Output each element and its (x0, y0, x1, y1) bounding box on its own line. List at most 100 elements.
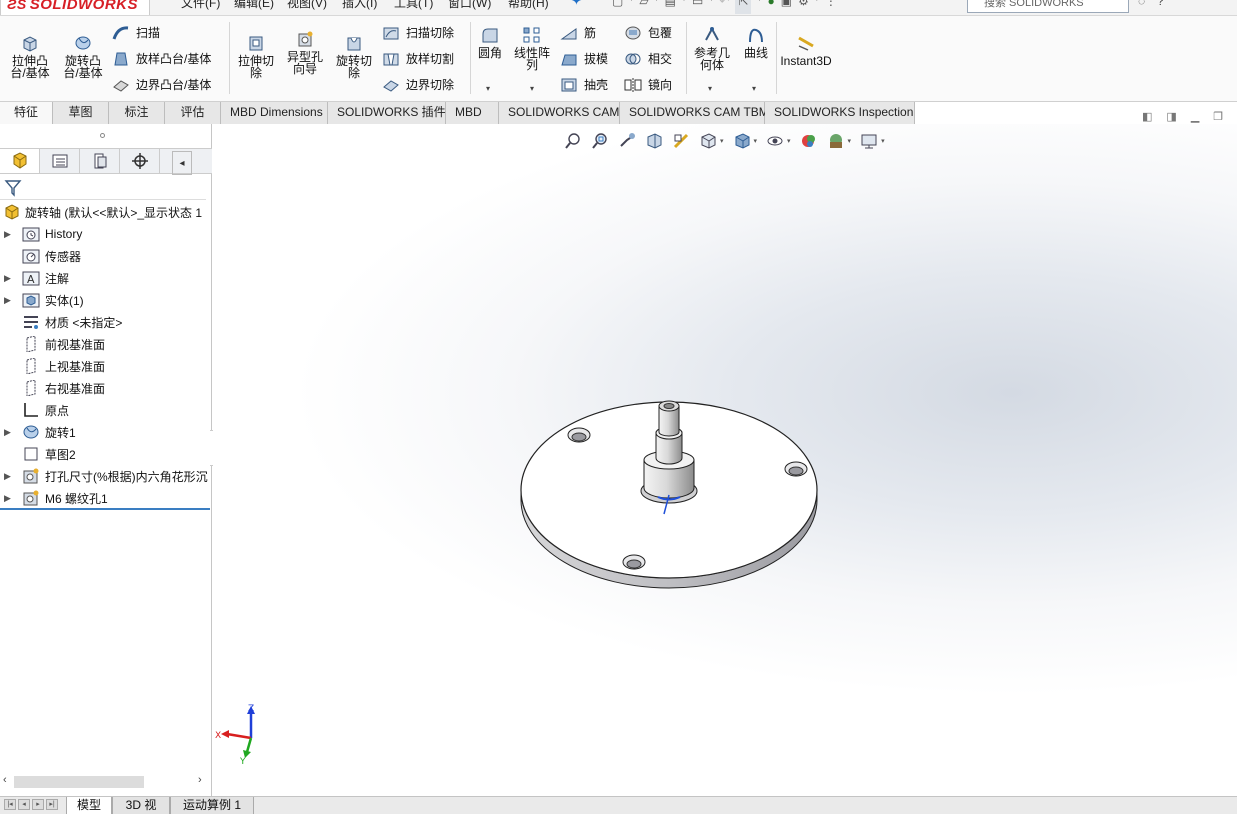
configuration-manager-tab[interactable] (80, 149, 120, 173)
curves-dropdown-icon[interactable]: ▾ (752, 84, 756, 93)
tab-evaluate[interactable]: 评估 (165, 102, 221, 124)
menu-window[interactable]: 窗口(W) (448, 0, 491, 11)
fillet-dropdown-icon[interactable]: ▾ (486, 84, 490, 93)
maximize-icon[interactable]: ❐ (1213, 110, 1223, 123)
linear-pattern-button[interactable]: 线性阵 列 (510, 26, 554, 71)
edit-appearance-icon[interactable] (800, 132, 818, 150)
pin-icon[interactable]: ✦ (571, 0, 582, 9)
user-icon[interactable]: ◌ (1138, 0, 1157, 8)
feature-manager-tab[interactable] (0, 149, 40, 173)
previous-view-icon[interactable] (618, 132, 636, 150)
tab-mbd-dimensions[interactable]: MBD Dimensions (221, 102, 328, 124)
sweep-cut-button[interactable]: 扫描切除 (382, 24, 454, 41)
solidworks-logo[interactable]: ƧS SOLIDWORKS (0, 0, 150, 15)
boundary-boss-button[interactable]: 边界凸台/基体 (112, 76, 211, 93)
apply-scene-icon[interactable] (827, 132, 845, 150)
tree-item-origin[interactable]: 原点 (0, 399, 212, 421)
menu-help[interactable]: 帮助(H) (508, 0, 549, 11)
curves-button[interactable]: 曲线 (740, 26, 772, 59)
extrude-cut-button[interactable]: 拉伸切 除 (234, 34, 278, 79)
horizontal-scrollbar[interactable]: ‹ › (0, 774, 212, 790)
tab-solidworks-cam[interactable]: SOLIDWORKS CAM (499, 102, 620, 124)
revolve-boss-button[interactable]: 旋转凸 台/基体 (60, 34, 106, 79)
hole-wizard-button[interactable]: 异型孔 向导 (282, 30, 328, 75)
tab-model[interactable]: 模型 (66, 797, 112, 814)
tab-solidworks-inspection[interactable]: SOLIDWORKS Inspection (765, 102, 915, 124)
open-icon[interactable]: ▱ (639, 0, 648, 14)
select-icon[interactable]: ⇱ (735, 0, 752, 14)
last-tab-icon[interactable]: ▸| (46, 799, 58, 810)
panel-grip-icon[interactable] (100, 133, 105, 138)
loft-cut-button[interactable]: 放样切割 (382, 50, 454, 67)
expand-arrow-icon[interactable]: ▶ (4, 295, 14, 306)
scroll-right-icon[interactable]: › (198, 774, 202, 786)
tab-markup[interactable]: 标注 (109, 102, 165, 124)
dynamic-annotation-icon[interactable] (672, 132, 690, 150)
view-settings-dropdown-icon[interactable]: ▾ (881, 137, 885, 145)
menu-file[interactable]: 文件(F) (181, 0, 220, 11)
tree-item-history[interactable]: ▶ History (0, 223, 212, 245)
dropdown-icon[interactable]: ▾ (655, 0, 659, 14)
menu-insert[interactable]: 插入(I) (342, 0, 377, 11)
next-tab-icon[interactable]: ▸ (32, 799, 44, 810)
tab-3d-views[interactable]: 3D 视图 (112, 797, 170, 814)
mirror-button[interactable]: 镜向 (624, 76, 672, 93)
reference-triad[interactable]: Z X Y (215, 702, 265, 764)
overflow-icon[interactable]: ⋮ (825, 0, 837, 14)
zoom-to-area-icon[interactable] (591, 132, 609, 150)
tree-item-m6-tapped-hole[interactable]: ▶ M6 螺纹孔1 (0, 487, 212, 509)
tree-item-sketch2[interactable]: 草图2 (0, 443, 212, 465)
tree-item-annotations[interactable]: ▶ A 注解 (0, 267, 212, 289)
tree-item-hole-size[interactable]: ▶ 打孔尺寸(%根据)内六角花形沉 (0, 465, 212, 487)
apply-scene-dropdown-icon[interactable]: ▾ (848, 137, 852, 145)
prev-tab-icon[interactable]: ◂ (18, 799, 30, 810)
rollback-bar[interactable] (0, 508, 210, 510)
dropdown-icon[interactable]: ▾ (629, 0, 633, 14)
help-icon[interactable]: ? (1157, 0, 1176, 8)
expand-arrow-icon[interactable]: ▶ (4, 427, 14, 438)
expand-arrow-icon[interactable]: ▶ (4, 273, 14, 284)
intersect-button[interactable]: 相交 (624, 50, 672, 67)
expand-arrow-icon[interactable]: ▶ (4, 471, 14, 482)
menu-edit[interactable]: 编辑(E) (234, 0, 274, 11)
loft-boss-button[interactable]: 放样凸台/基体 (112, 50, 211, 67)
menu-view[interactable]: 视图(V) (287, 0, 327, 11)
dropdown-icon[interactable]: ▾ (757, 0, 761, 14)
dropdown-icon[interactable]: ▾ (709, 0, 713, 14)
boundary-cut-button[interactable]: 边界切除 (382, 76, 454, 93)
tree-item-material[interactable]: 材质 <未指定> (0, 311, 212, 333)
tab-mbd[interactable]: MBD (446, 102, 499, 124)
undo-icon[interactable]: ↶ (719, 0, 729, 14)
view-settings-icon[interactable] (860, 132, 878, 150)
tab-solidworks-addins[interactable]: SOLIDWORKS 插件 (328, 102, 446, 124)
expand-arrow-icon[interactable]: ▶ (4, 493, 14, 504)
expand-arrow-icon[interactable]: ▶ (4, 229, 14, 240)
extrude-boss-button[interactable]: 拉伸凸 台/基体 (8, 34, 52, 79)
dropdown-icon[interactable]: ▾ (682, 0, 686, 14)
dimxpert-manager-tab[interactable] (120, 149, 160, 173)
rib-button[interactable]: 筋 (560, 24, 596, 41)
tree-item-sensors[interactable]: 传感器 (0, 245, 212, 267)
hide-show-items-icon[interactable] (766, 132, 784, 150)
shell-button[interactable]: 抽壳 (560, 76, 608, 93)
sweep-button[interactable]: 扫描 (112, 24, 160, 41)
tree-item-revolve1[interactable]: ▶ 旋转1 (0, 421, 212, 443)
fillet-button[interactable]: 圆角 (474, 26, 506, 59)
ref-geometry-dropdown-icon[interactable]: ▾ (708, 84, 712, 93)
graphics-area[interactable]: ▾ ▾ ▾ ▾ ▾ Z X Y (213, 124, 1237, 796)
pattern-dropdown-icon[interactable]: ▾ (530, 84, 534, 93)
menu-tools[interactable]: 工具(T) (394, 0, 433, 11)
panel-scroll-left-icon[interactable]: ◂ (172, 151, 192, 175)
model-flange-shaft[interactable] (518, 394, 828, 594)
scroll-left-icon[interactable]: ‹ (3, 774, 7, 786)
tab-solidworks-cam-tbm[interactable]: SOLIDWORKS CAM TBM (620, 102, 769, 124)
tree-root-part[interactable]: 旋转轴 (默认<<默认>_显示状态 1 (0, 201, 212, 223)
restore-left-icon[interactable]: ◧ (1142, 110, 1152, 123)
tab-features[interactable]: 特征 (0, 102, 53, 124)
scrollbar-thumb[interactable] (14, 776, 144, 788)
view-orientation-icon[interactable] (699, 132, 717, 150)
zoom-to-fit-icon[interactable] (564, 132, 582, 150)
reference-geometry-button[interactable]: 参考几 何体 (692, 26, 732, 71)
section-view-icon[interactable] (645, 132, 663, 150)
search-input[interactable]: 搜索 SOLIDWORKS (967, 0, 1129, 13)
